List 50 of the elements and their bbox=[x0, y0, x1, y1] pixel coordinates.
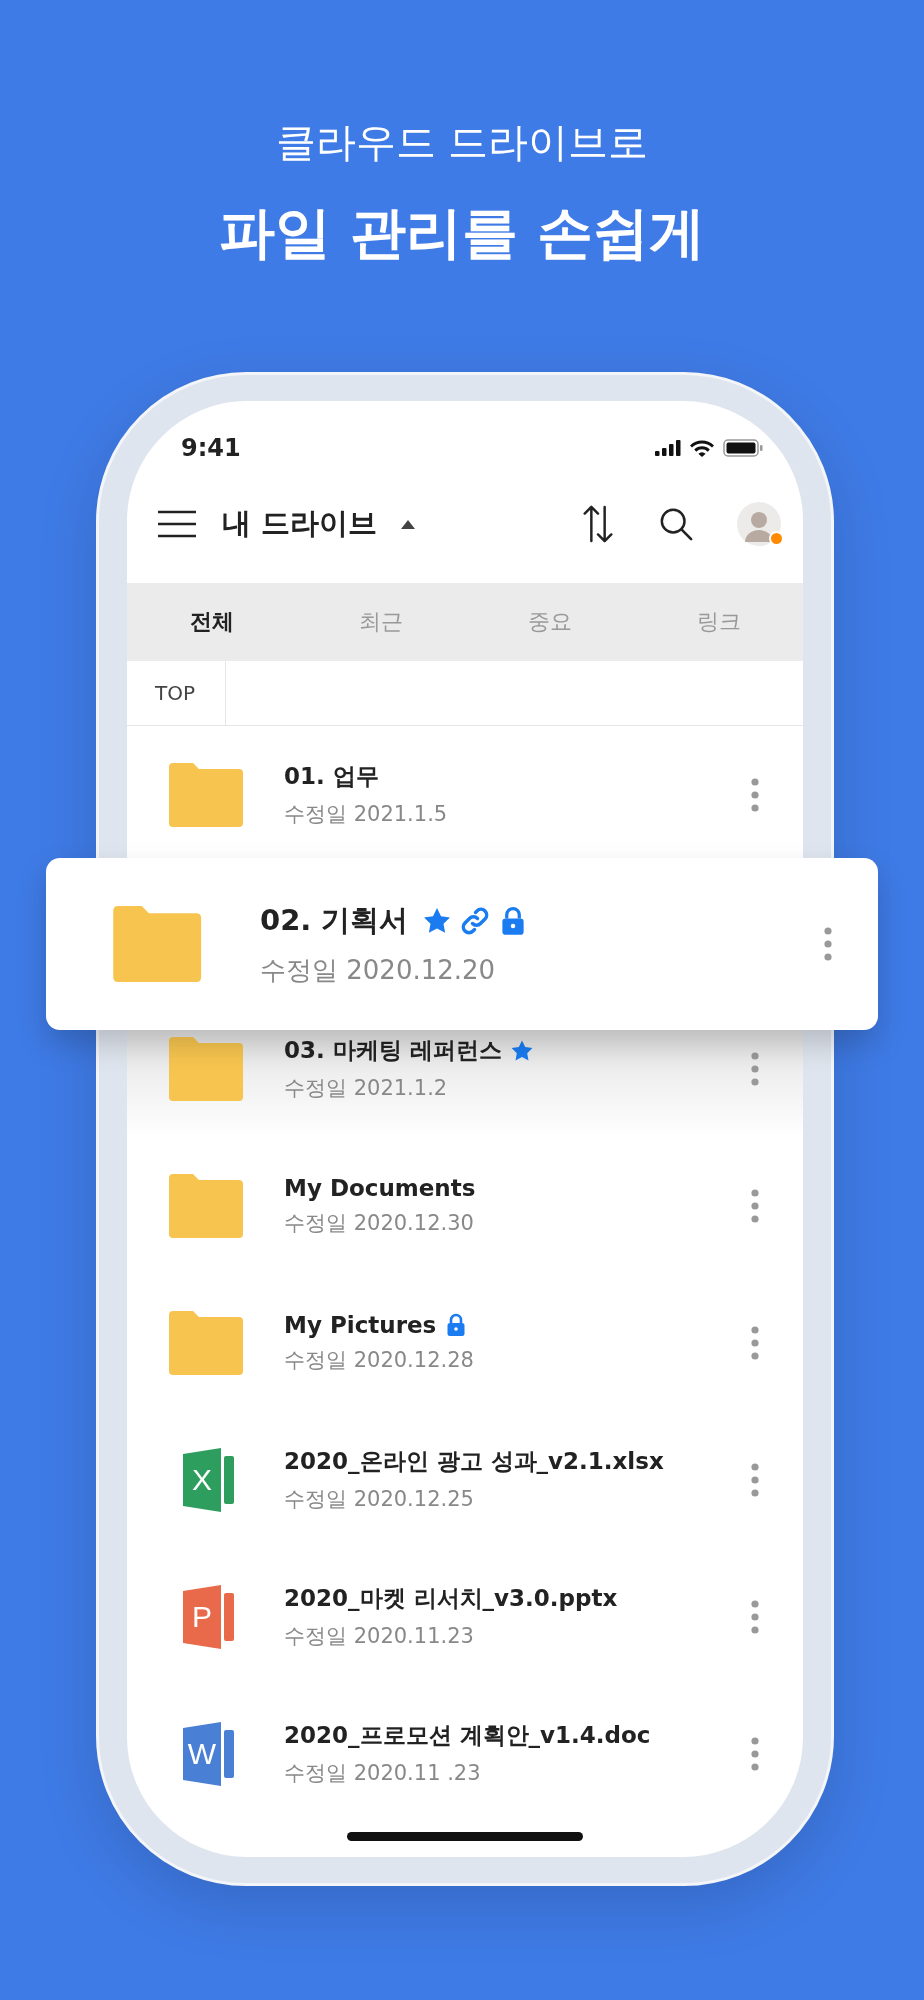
signal-icon bbox=[655, 440, 681, 456]
lifted-file-card[interactable]: 02. 기획서 수정일 2020.12.20 bbox=[46, 858, 878, 1030]
modified-date: 수정일 2020.12.20 bbox=[260, 953, 497, 987]
file-name: 01. 업무 bbox=[284, 762, 379, 791]
avatar-icon[interactable] bbox=[737, 502, 781, 546]
folder-icon bbox=[167, 762, 243, 827]
file-name: 02. 기획서 bbox=[260, 901, 409, 939]
more-icon[interactable] bbox=[751, 1325, 759, 1360]
file-name: 2020_마켓 리서치_v3.0.pptx bbox=[284, 1584, 618, 1613]
more-icon[interactable] bbox=[751, 1462, 759, 1497]
file-entry[interactable]: 2020_마켓 리서치_v3.0.pptx 수정일 2020.11.23 bbox=[284, 1583, 751, 1650]
file-entry[interactable]: 01. 업무 수정일 2021.1.5 bbox=[284, 761, 751, 828]
more-icon[interactable] bbox=[824, 927, 832, 961]
sort-icon[interactable] bbox=[581, 505, 615, 543]
drive-title[interactable]: 내 드라이브 bbox=[222, 504, 378, 544]
file-name: My Pictures bbox=[284, 1311, 437, 1338]
promo-subtitle: 클라우드 드라이브로 bbox=[274, 118, 650, 167]
more-icon[interactable] bbox=[751, 1599, 759, 1634]
battery-icon bbox=[723, 439, 763, 457]
modified-date: 수정일 2021.1.5 bbox=[284, 801, 449, 828]
file-name: 2020_프로모션 계획안_v1.4.doc bbox=[284, 1721, 651, 1750]
more-icon[interactable] bbox=[751, 777, 759, 812]
more-icon[interactable] bbox=[751, 1736, 759, 1771]
folder-icon bbox=[167, 1173, 243, 1238]
file-entry[interactable]: My Pictures 수정일 2020.12.28 bbox=[284, 1311, 751, 1374]
file-entry[interactable]: 2020_프로모션 계획안_v1.4.doc 수정일 2020.11 .23 bbox=[284, 1720, 751, 1787]
breadcrumb-item[interactable]: TOP bbox=[127, 661, 227, 725]
file-entry[interactable]: 2020_온라인 광고 성과_v2.1.xlsx 수정일 2020.12.25 bbox=[284, 1446, 751, 1513]
more-icon[interactable] bbox=[751, 1188, 759, 1223]
modified-date: 수정일 2021.1.2 bbox=[284, 1075, 449, 1102]
file-name: 03. 마케팅 레퍼런스 bbox=[284, 1036, 502, 1065]
tab[interactable]: 전체 bbox=[127, 583, 296, 661]
folder-icon bbox=[167, 1036, 243, 1101]
modified-date: 수정일 2020.12.25 bbox=[284, 1486, 475, 1513]
modified-date: 수정일 2020.12.30 bbox=[284, 1209, 475, 1237]
more-icon[interactable] bbox=[751, 1051, 759, 1086]
file-name: My Documents bbox=[284, 1174, 476, 1201]
promo-title: 파일 관리를 손쉽게 bbox=[217, 199, 707, 267]
wifi-icon bbox=[689, 439, 715, 457]
modified-date: 수정일 2020.11 .23 bbox=[284, 1760, 482, 1787]
caret-icon[interactable] bbox=[401, 519, 416, 529]
file-entry[interactable]: My Documents 수정일 2020.12.30 bbox=[284, 1174, 751, 1237]
folder-icon bbox=[110, 906, 202, 982]
status-time: 9:41 bbox=[181, 434, 241, 462]
file-name: 2020_온라인 광고 성과_v2.1.xlsx bbox=[284, 1447, 664, 1476]
modified-date: 수정일 2020.12.28 bbox=[284, 1346, 475, 1374]
modified-date: 수정일 2020.11.23 bbox=[284, 1623, 475, 1650]
menu-icon[interactable] bbox=[158, 510, 196, 538]
file-entry[interactable]: 02. 기획서 수정일 2020.12.20 bbox=[260, 900, 824, 988]
folder-icon bbox=[167, 1310, 243, 1375]
